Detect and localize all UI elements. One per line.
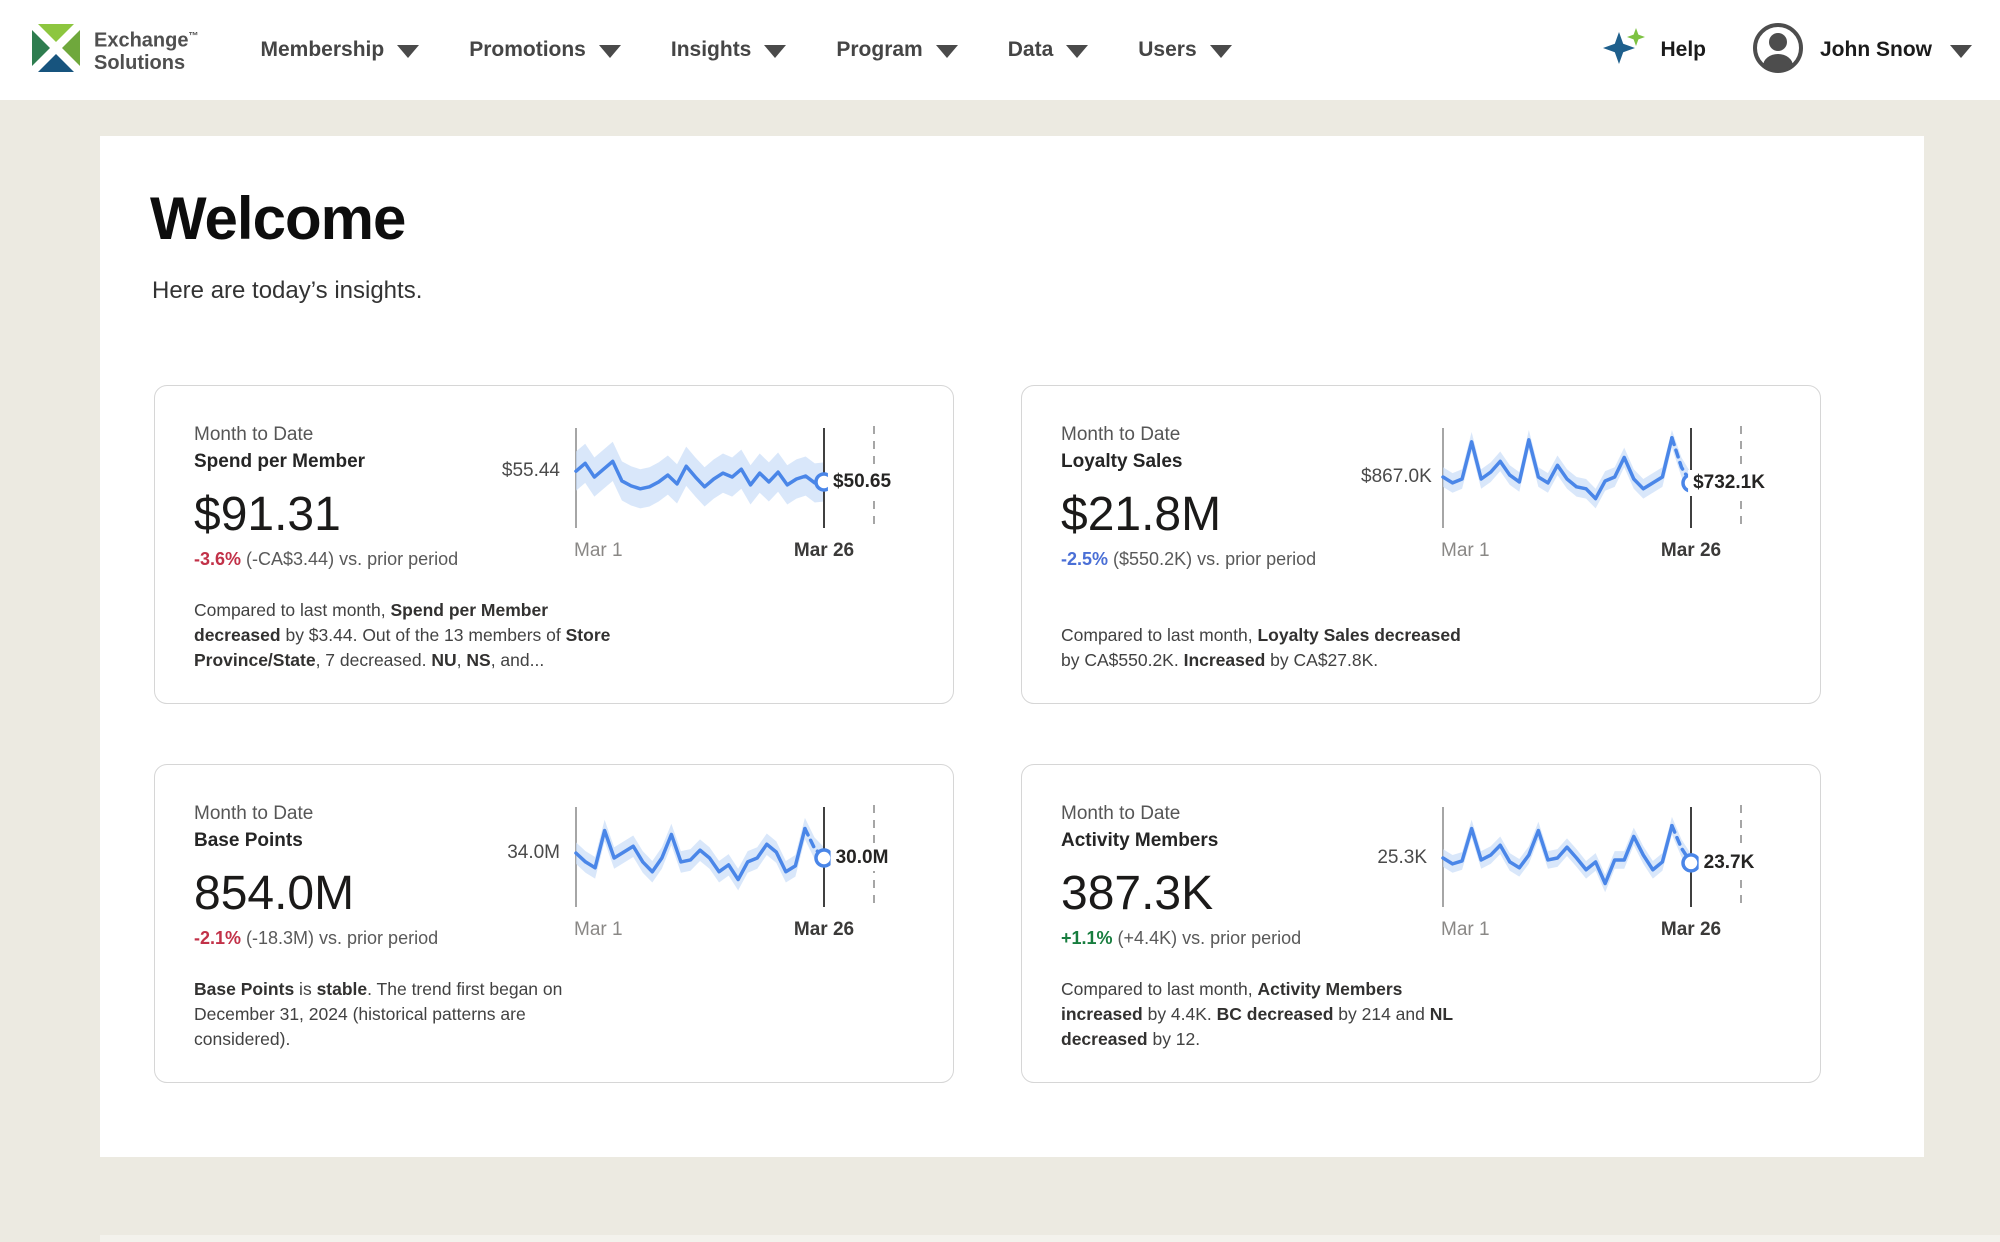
main-menu: Membership Promotions Insights Program D… [260,38,1231,62]
metric-label: Activity Members [1061,827,1361,854]
user-name: John Snow [1820,38,1932,62]
chart-end-value-label: 23.7K [1699,850,1760,876]
insight-card-spend-per-member[interactable]: Month to Date Spend per Member $91.31 -3… [154,385,954,704]
chevron-down-icon [1950,45,1972,58]
metric-value: 854.0M [194,867,494,921]
logo-text: Exchange™ Solutions [94,26,198,74]
page-subtitle: Here are today’s insights. [152,277,1924,305]
chart-end-value-label: $732.1K [1688,470,1770,496]
chart-start-value-label: $55.44 [494,460,560,482]
insight-summary: Base Points is stable. The trend first b… [194,977,614,1052]
chart-axis-label: Mar 1 [1441,540,1490,562]
chart-end-value-label: 30.0M [831,845,894,871]
bottom-edge-strip [100,1235,2000,1242]
chart-start-value-label: 25.3K [1361,847,1427,869]
chart-axis-label: Mar 1 [574,919,623,941]
sparkle-icon [1600,24,1648,77]
period-label: Month to Date [1061,422,1361,448]
metric-value: 387.3K [1061,867,1361,921]
metric-label: Base Points [194,827,494,854]
avatar-icon [1750,20,1806,81]
logo[interactable]: Exchange™ Solutions [30,22,198,79]
chevron-down-icon [936,45,958,58]
main-panel: Welcome Here are today’s insights. Month… [100,136,1924,1157]
chart-axis-label: Mar 26 [794,540,854,562]
chart-axis-label: Mar 26 [1661,540,1721,562]
chart-axis-label: Mar 1 [1441,919,1490,941]
period-label: Month to Date [1061,801,1361,827]
insight-cards-grid: Month to Date Spend per Member $91.31 -3… [154,385,1924,1083]
chevron-down-icon [1210,45,1232,58]
metric-label: Spend per Member [194,448,494,475]
exchange-solutions-logo-icon [30,22,82,79]
menu-item-program[interactable]: Program [836,38,957,62]
period-label: Month to Date [194,801,494,827]
help-label: Help [1660,38,1706,62]
insight-card-base-points[interactable]: Month to Date Base Points 854.0M -2.1% (… [154,764,954,1083]
chart-end-value-label: $50.65 [828,469,896,495]
top-nav: Exchange™ Solutions Membership Promotion… [0,0,2000,100]
delta-line: -2.1% (-18.3M) vs. prior period [194,928,494,949]
user-menu[interactable]: John Snow [1750,20,1972,81]
sparkline-chart: 34.0M 30.0M Mar 1 Mar 26 [494,803,913,953]
chart-start-value-label: 34.0M [494,842,560,864]
insight-summary: Compared to last month, Spend per Member… [194,598,614,673]
insight-card-loyalty-sales[interactable]: Month to Date Loyalty Sales $21.8M -2.5%… [1021,385,1821,704]
menu-item-promotions[interactable]: Promotions [469,38,621,62]
nav-right: Help John Snow [1600,20,1972,81]
chart-axis-label: Mar 26 [794,919,854,941]
insight-card-activity-members[interactable]: Month to Date Activity Members 387.3K +1… [1021,764,1821,1083]
help-button[interactable]: Help [1600,24,1706,77]
chart-axis-label: Mar 1 [574,540,623,562]
menu-item-users[interactable]: Users [1138,38,1231,62]
chevron-down-icon [397,45,419,58]
page-title: Welcome [150,184,1924,253]
insight-summary: Compared to last month, Activity Members… [1061,977,1481,1052]
chart-start-value-label: $867.0K [1361,466,1427,488]
chevron-down-icon [599,45,621,58]
menu-item-membership[interactable]: Membership [260,38,419,62]
delta-line: -2.5% ($550.2K) vs. prior period [1061,549,1361,570]
chevron-down-icon [1066,45,1088,58]
sparkline-chart: 25.3K 23.7K Mar 1 Mar 26 [1361,803,1780,953]
metric-value: $91.31 [194,488,494,542]
metric-label: Loyalty Sales [1061,448,1361,475]
menu-item-insights[interactable]: Insights [671,38,787,62]
metric-value: $21.8M [1061,488,1361,542]
delta-line: -3.6% (-CA$3.44) vs. prior period [194,549,494,570]
menu-item-data[interactable]: Data [1008,38,1089,62]
period-label: Month to Date [194,422,494,448]
chevron-down-icon [764,45,786,58]
sparkline-chart: $55.44 $50.65 Mar 1 Mar 26 [494,424,913,574]
chart-axis-label: Mar 26 [1661,919,1721,941]
delta-line: +1.1% (+4.4K) vs. prior period [1061,928,1361,949]
sparkline-chart: $867.0K $732.1K Mar 1 Mar 26 [1361,424,1780,574]
insight-summary: Compared to last month, Loyalty Sales de… [1061,623,1481,673]
